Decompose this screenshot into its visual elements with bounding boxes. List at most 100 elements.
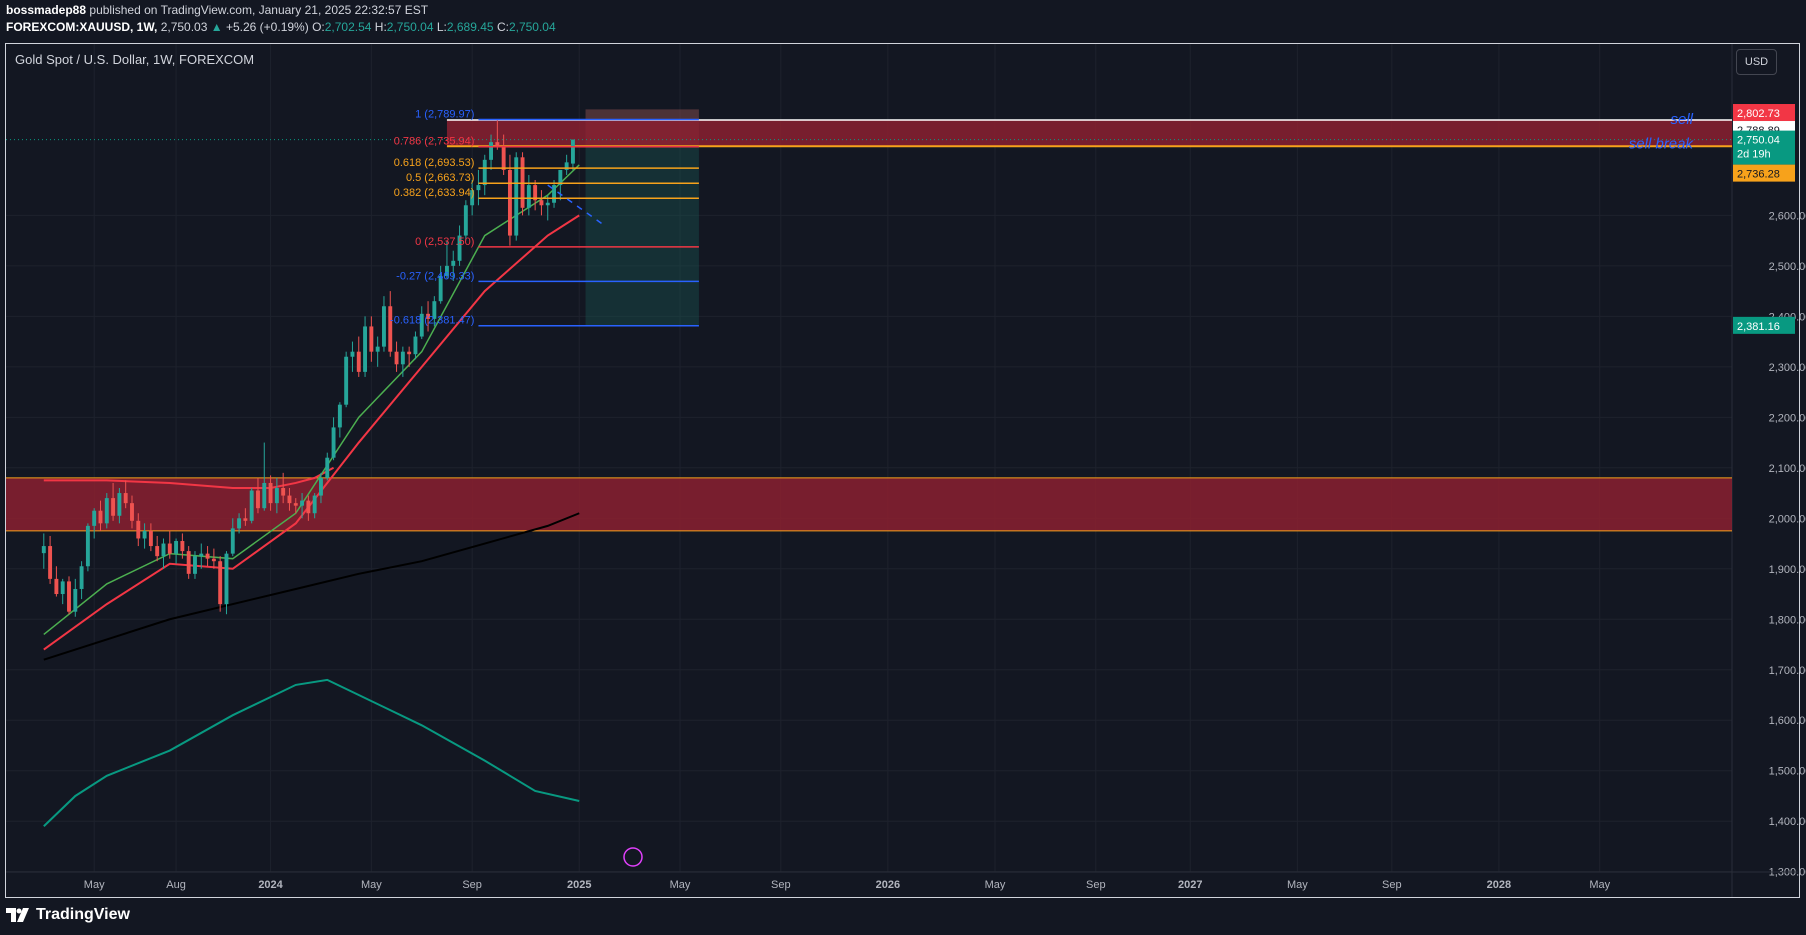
candle-body (463, 205, 468, 236)
fib-level-label: -0.27 (2,469.33) (396, 270, 474, 282)
fib-level-label: 0.5 (2,663.73) (406, 172, 475, 184)
price-tag: 2,750.04 (1737, 135, 1780, 147)
zone-annotation-label: sell break (1629, 136, 1695, 153)
candle-body (319, 477, 323, 496)
candle-body (274, 488, 279, 504)
candle-body (306, 500, 311, 514)
candle-body (237, 518, 242, 529)
candle-body (539, 200, 544, 206)
candle-body (148, 530, 153, 547)
candle-body (350, 351, 355, 357)
candle-body (344, 356, 349, 405)
y-tick-label: 1,700.00 (1769, 665, 1806, 677)
candle-body (476, 185, 481, 191)
candle-body (300, 500, 305, 506)
fib-level-label: 0.786 (2,735.94) (394, 136, 475, 148)
fib-level-label: 0.618 (2,693.53) (394, 157, 475, 169)
y-tick-label: 1,400.00 (1769, 816, 1806, 828)
y-tick-label: 2,000.00 (1769, 513, 1806, 525)
candle-body (199, 553, 204, 557)
candle-body (268, 482, 273, 504)
candle-body (92, 510, 97, 526)
x-tick-label: 2027 (1178, 879, 1202, 891)
y-tick-label: 2,200.00 (1769, 412, 1806, 424)
flash-event-icon (623, 847, 643, 867)
candle-body (388, 306, 393, 352)
tradingview-logo[interactable]: TradingView (6, 906, 130, 924)
x-tick-label: Sep (1382, 879, 1402, 891)
brand-name: TradingView (36, 906, 130, 923)
candle-body (205, 553, 210, 559)
candle-body (356, 351, 361, 372)
candle-body (375, 346, 380, 352)
x-tick-label: 2026 (876, 879, 900, 891)
x-tick-label: May (1287, 879, 1308, 891)
x-tick-label: May (670, 879, 691, 891)
candle-body (256, 490, 260, 509)
y-tick-label: 1,600.00 (1769, 715, 1806, 727)
oscillator-line (43, 678, 580, 827)
candle-body (369, 326, 374, 352)
candle-body (180, 541, 185, 552)
candle-body (394, 351, 399, 365)
chart-title: Gold Spot / U.S. Dollar, 1W, FOREXCOM (15, 52, 255, 67)
candle-body (501, 147, 506, 170)
price-tag: 2,381.16 (1737, 321, 1780, 333)
fib-level-label: 0.382 (2,633.94) (394, 187, 475, 199)
candle-body (117, 493, 122, 516)
price-tag: 2,802.73 (1737, 108, 1780, 120)
candle-body (507, 169, 512, 236)
x-tick-label: 2024 (258, 879, 283, 891)
ema-fast-line (43, 164, 580, 635)
candle-body (155, 546, 160, 557)
y-tick-label: 1,500.00 (1769, 766, 1806, 778)
candle-body (407, 351, 412, 355)
fib-level-label: 0 (2,537.50) (415, 236, 474, 248)
candle-body (526, 185, 531, 208)
x-tick-label: May (361, 879, 382, 891)
price-tag-countdown: 2d 19h (1737, 149, 1771, 161)
candle-body (312, 495, 317, 514)
candle-body (514, 157, 519, 236)
candle-body (363, 326, 368, 372)
candle-body (186, 551, 191, 574)
x-tick-label: May (84, 879, 105, 891)
candle-body (73, 588, 78, 612)
fib-level-label: 1 (2,789.97) (415, 108, 474, 120)
candle-body (142, 530, 147, 539)
candle-body (293, 503, 298, 506)
currency-button[interactable]: USD (1736, 49, 1777, 75)
y-tick-label: 2,100.00 (1769, 463, 1806, 475)
y-tick-label: 2,600.00 (1769, 210, 1806, 222)
x-tick-label: Sep (771, 879, 791, 891)
candle-body (325, 457, 330, 478)
candle-body (489, 142, 493, 160)
candle-body (482, 159, 487, 186)
candle-body (193, 556, 197, 574)
price-tag: 2,736.28 (1737, 169, 1780, 181)
candle-body (60, 581, 65, 595)
candle-body (130, 503, 134, 521)
y-tick-label: 2,300.00 (1769, 362, 1806, 374)
candle-body (570, 139, 575, 164)
x-tick-label: May (1589, 879, 1610, 891)
candle-body (413, 336, 418, 355)
candle-body (224, 553, 229, 605)
fib-level-label: -0.618 (2,381.47) (390, 315, 474, 327)
candle-body (167, 543, 172, 554)
zone-annotation-label: sell (1670, 111, 1693, 128)
price-chart[interactable]: 2,600.002,500.002,400.002,300.002,200.00… (0, 0, 1806, 935)
candle-body (98, 510, 103, 524)
ma-200-line (43, 512, 580, 661)
y-tick-label: 1,900.00 (1769, 564, 1806, 576)
candle-body (451, 260, 456, 266)
candle-body (249, 490, 254, 521)
candle-body (337, 404, 342, 428)
candle-body (218, 561, 223, 605)
candle-body (54, 578, 59, 595)
candle-body (262, 482, 267, 509)
candle-body (382, 306, 386, 347)
candle-body (400, 351, 405, 365)
y-tick-label: 2,500.00 (1769, 261, 1806, 273)
candle-body (243, 518, 248, 521)
